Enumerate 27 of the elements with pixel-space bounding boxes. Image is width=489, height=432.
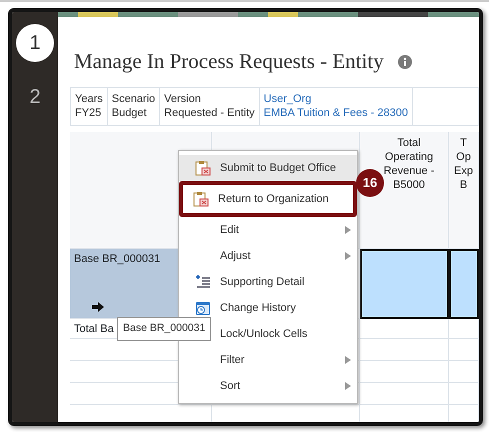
menu-item[interactable]: Filter (179, 347, 357, 373)
pov-value: Requested - Entity (164, 106, 255, 120)
pov-value: FY25 (75, 106, 102, 120)
tooltip: Base BR_000031 (117, 317, 212, 341)
pov-label[interactable]: User_Org (264, 92, 408, 106)
pov-value[interactable]: EMBA Tuition & Fees - 28300 (264, 106, 408, 120)
menu-item[interactable]: Edit (179, 217, 357, 243)
row-label: Base BR_000031 (74, 253, 160, 265)
menu-item[interactable]: Submit to Budget Office (179, 155, 357, 181)
calendar-clock-icon (194, 300, 210, 316)
step-button[interactable]: 2 (16, 78, 54, 116)
grid-cell[interactable] (360, 249, 449, 319)
pov-label: Scenario (112, 92, 156, 106)
column-header: T Op Exp B (449, 132, 479, 249)
info-icon[interactable] (398, 55, 412, 69)
menu-item[interactable]: Sort (179, 373, 357, 399)
row-label: Total Ba (74, 323, 114, 335)
pov-label: Years (75, 92, 103, 106)
grid-cell[interactable] (449, 249, 479, 319)
list-icon (194, 274, 210, 290)
pov-label: Version (164, 92, 202, 106)
clipboard-icon (194, 160, 210, 176)
step-button[interactable]: 1 (16, 24, 54, 62)
clipboard-icon (192, 191, 208, 207)
page-title: Manage In Process Requests - Entity (74, 48, 384, 76)
pov-value: Budget (112, 106, 148, 120)
menu-item[interactable]: Return to Organization (179, 181, 357, 217)
